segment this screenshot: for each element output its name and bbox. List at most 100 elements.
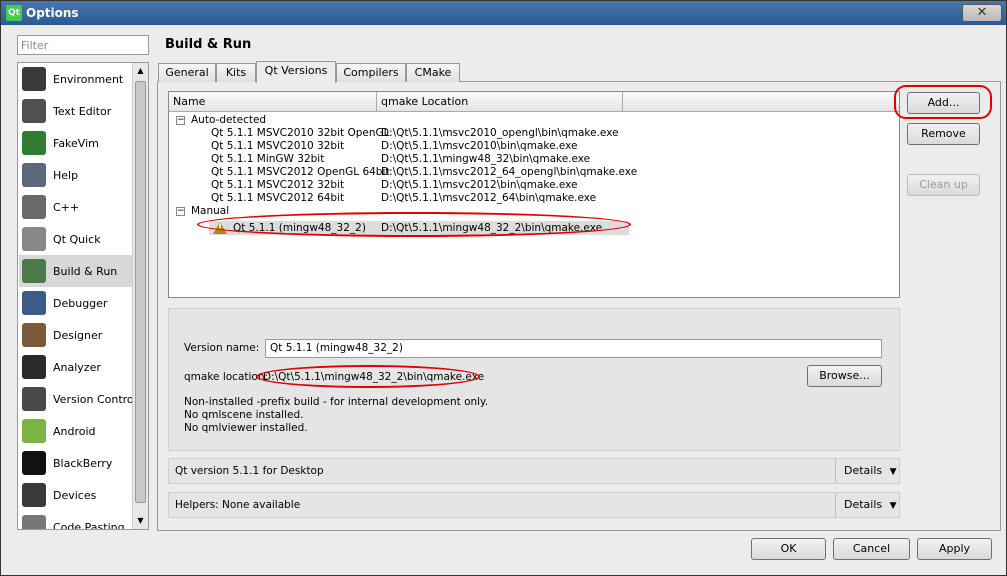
tab-general[interactable]: General — [158, 63, 216, 82]
scroll-up-icon[interactable]: ▲ — [133, 63, 148, 79]
info-message: Non-installed -prefix build - for intern… — [184, 396, 489, 408]
sidebar-item[interactable]: BlackBerry — [19, 447, 134, 479]
qt-version-name[interactable]: Qt 5.1.1 MSVC2012 64bit — [211, 192, 344, 205]
qmake-location-cell[interactable]: D:\Qt\5.1.1\mingw48_32\bin\qmake.exe — [381, 153, 590, 166]
tree-group-label[interactable]: Manual — [191, 205, 229, 218]
scroll-down-icon[interactable]: ▼ — [133, 513, 148, 529]
filter-input[interactable] — [17, 35, 149, 55]
sidebar-item[interactable]: C++ — [19, 191, 134, 223]
sidebar-item[interactable]: Code Pasting — [19, 511, 134, 530]
analyzer-icon — [22, 355, 46, 379]
sidebar-item[interactable]: Help — [19, 159, 134, 191]
blackberry-icon — [22, 451, 46, 475]
monitor-icon — [22, 67, 46, 91]
section-title: Helpers: None available — [175, 499, 301, 511]
android-icon — [22, 419, 46, 443]
sidebar-item[interactable]: Designer — [19, 319, 134, 351]
title-bar[interactable]: Qt Options ✕ — [1, 1, 1006, 25]
info-message: No qmlviewer installed. — [184, 422, 308, 434]
qmake-location-cell[interactable]: D:\Qt\5.1.1\msvc2012\bin\qmake.exe — [381, 179, 578, 192]
tab-qt-versions[interactable]: Qt Versions — [256, 61, 336, 83]
sidebar-item-label: Debugger — [53, 296, 108, 310]
qt-version-name[interactable]: Qt 5.1.1 (mingw48_32_2) — [233, 222, 366, 235]
tree-group-label[interactable]: Auto-detected — [191, 114, 266, 127]
page-title: Build & Run — [165, 37, 252, 52]
sidebar-item-label: FakeVim — [53, 136, 99, 150]
ok-button[interactable]: OK — [751, 538, 826, 560]
qt-version-name[interactable]: Qt 5.1.1 MinGW 32bit — [211, 153, 324, 166]
qt-version-section: Qt version 5.1.1 for Desktop Details ▼ — [168, 458, 900, 484]
remove-button[interactable]: Remove — [907, 123, 980, 145]
sidebar-item-label: Code Pasting — [53, 520, 125, 530]
sidebar-item-label: Qt Quick — [53, 232, 101, 246]
sidebar-item[interactable]: Version Control — [19, 383, 137, 415]
help-icon — [22, 163, 46, 187]
tree-header: Name qmake Location — [169, 92, 899, 112]
chevron-down-icon: ▼ — [889, 501, 897, 511]
sidebar-item[interactable]: Debugger — [19, 287, 134, 319]
qt-versions-tree[interactable]: Name qmake Location − Auto-detected Qt 5.1… — [168, 91, 900, 298]
collapse-icon[interactable]: − — [176, 207, 185, 216]
info-message: No qmlscene installed. — [184, 409, 304, 421]
scrollbar-thumb[interactable] — [135, 81, 146, 503]
column-header-name[interactable]: Name — [169, 92, 377, 112]
sidebar-item[interactable]: Environment — [19, 63, 134, 95]
sidebar-item[interactable]: Text Editor — [19, 95, 134, 127]
device-icon — [22, 483, 46, 507]
qt-version-name[interactable]: Qt 5.1.1 MSVC2012 32bit — [211, 179, 344, 192]
version-name-label: Version name: — [184, 342, 260, 354]
version-details-panel: Version name: Qt 5.1.1 (mingw48_32_2) qm… — [168, 308, 900, 451]
details-button[interactable]: Details ▼ — [835, 493, 899, 517]
qmake-location-cell[interactable]: D:\Qt\5.1.1\msvc2012_64_opengl\bin\qmake… — [381, 166, 637, 179]
collapse-icon[interactable]: − — [176, 116, 185, 125]
window-title: Options — [26, 6, 79, 20]
qt-version-name[interactable]: Qt 5.1.1 MSVC2010 32bit — [211, 140, 344, 153]
sidebar-item[interactable]: Analyzer — [19, 351, 134, 383]
qmake-location-cell[interactable]: D:\Qt\5.1.1\mingw48_32_2\bin\qmake.exe — [381, 222, 602, 235]
qt-logo-icon: Qt — [6, 5, 22, 21]
sidebar-item[interactable]: Android — [19, 415, 134, 447]
qmake-location-cell[interactable]: D:\Qt\5.1.1\msvc2010_opengl\bin\qmake.ex… — [381, 127, 619, 140]
qmake-location-label: qmake location: — [184, 371, 269, 383]
sidebar-item[interactable]: Devices — [19, 479, 134, 511]
cancel-button[interactable]: Cancel — [833, 538, 910, 560]
version-name-field[interactable]: Qt 5.1.1 (mingw48_32_2) — [265, 339, 882, 358]
details-button[interactable]: Details ▼ — [835, 459, 899, 483]
sidebar-item[interactable]: Build & Run — [19, 255, 134, 287]
close-button[interactable]: ✕ — [962, 4, 1002, 22]
qmake-location-value: D:\Qt\5.1.1\mingw48_32_2\bin\qmake.exe — [263, 371, 485, 383]
apply-button[interactable]: Apply — [917, 538, 992, 560]
qt-version-name[interactable]: Qt 5.1.1 MSVC2010 32bit OpenGL — [211, 127, 390, 140]
add-button[interactable]: Add... — [907, 92, 980, 114]
category-list: Environment Text Editor FakeVim Help C++ Qt Q… — [17, 62, 149, 530]
tab-compilers[interactable]: Compilers — [336, 63, 406, 82]
version-control-icon — [22, 387, 46, 411]
pencil-ruler-icon — [22, 323, 46, 347]
browse-button[interactable]: Browse... — [807, 365, 882, 387]
column-header-qmake-location[interactable]: qmake Location — [377, 92, 623, 112]
sidebar-item-label: Version Control — [53, 392, 137, 406]
sidebar-item-label: Devices — [53, 488, 97, 502]
sidebar-item-label: Build & Run — [53, 264, 118, 278]
build-run-icon — [22, 259, 46, 283]
clean-up-button[interactable]: Clean up — [907, 174, 980, 196]
code-pasting-icon — [22, 515, 46, 529]
tab-kits[interactable]: Kits — [216, 63, 256, 82]
sidebar-item[interactable]: FakeVim — [19, 127, 134, 159]
sidebar-item-label: Android — [53, 424, 96, 438]
text-editor-icon — [22, 99, 46, 123]
chevron-down-icon: ▼ — [889, 467, 897, 477]
tab-cmake[interactable]: CMake — [406, 63, 460, 82]
fakevim-icon — [22, 131, 46, 155]
qt-version-name[interactable]: Qt 5.1.1 MSVC2012 OpenGL 64bit — [211, 166, 390, 179]
details-label: Details — [844, 498, 883, 511]
qmake-location-cell[interactable]: D:\Qt\5.1.1\msvc2012_64\bin\qmake.exe — [381, 192, 596, 205]
details-label: Details — [844, 464, 883, 477]
qmake-location-cell[interactable]: D:\Qt\5.1.1\msvc2010\bin\qmake.exe — [381, 140, 578, 153]
warning-icon — [213, 222, 227, 234]
helpers-section: Helpers: None available Details ▼ — [168, 492, 900, 518]
paper-plane-icon — [22, 227, 46, 251]
sidebar-item[interactable]: Qt Quick — [19, 223, 134, 255]
sidebar-item-label: Help — [53, 168, 79, 182]
category-scrollbar[interactable]: ▲ ▼ — [132, 63, 148, 529]
